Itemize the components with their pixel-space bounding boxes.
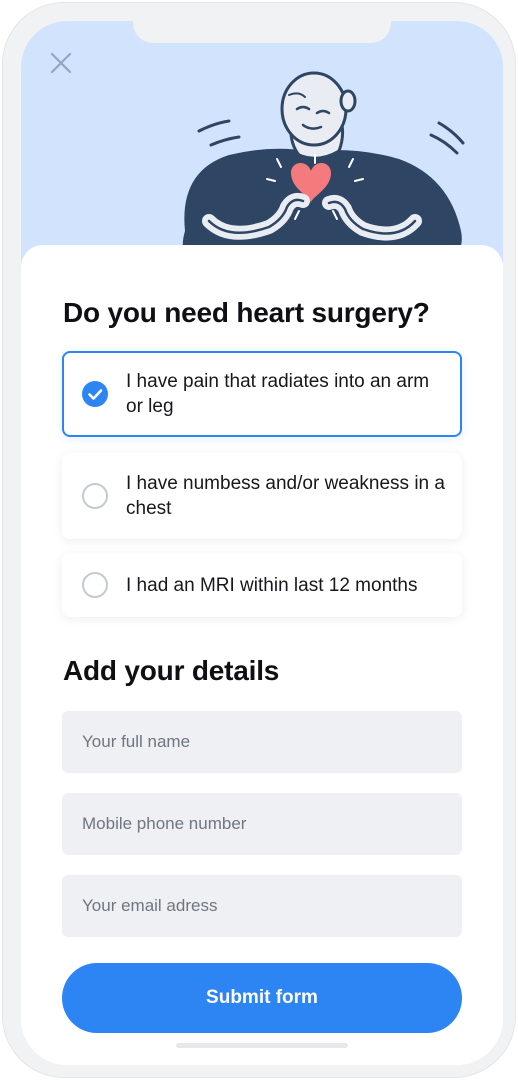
hero-banner (21, 21, 503, 273)
details-title: Add your details (63, 655, 280, 686)
person-holding-heart-illustration (182, 71, 465, 273)
form-card: Do you need heart surgery? I have pain t… (21, 245, 503, 1065)
checked-radio-icon (82, 381, 108, 407)
radio-icon (82, 572, 108, 598)
close-button[interactable] (47, 49, 75, 77)
option-label: I have numbess and/or weakness in a ches… (126, 473, 445, 519)
option-label: I have pain that radiates into an arm or… (126, 371, 430, 417)
option-label: I had an MRI within last 12 months (126, 574, 418, 596)
question-title: Do you need heart surgery? (63, 297, 430, 328)
phone-number-field[interactable] (62, 793, 462, 855)
option-radiating-pain[interactable]: I have pain that radiates into an arm or… (62, 351, 462, 437)
radio-icon (82, 483, 108, 509)
screen: Do you need heart surgery? I have pain t… (21, 21, 503, 1065)
device-notch (133, 21, 391, 43)
full-name-field[interactable] (62, 711, 462, 773)
home-indicator (176, 1043, 348, 1048)
close-icon (50, 52, 72, 74)
email-field[interactable] (62, 875, 462, 937)
option-chest-numbness[interactable]: I have numbess and/or weakness in a ches… (62, 453, 462, 539)
phone-frame: Do you need heart surgery? I have pain t… (2, 2, 516, 1078)
submit-button[interactable]: Submit form (62, 963, 462, 1033)
option-recent-mri[interactable]: I had an MRI within last 12 months (62, 553, 462, 617)
